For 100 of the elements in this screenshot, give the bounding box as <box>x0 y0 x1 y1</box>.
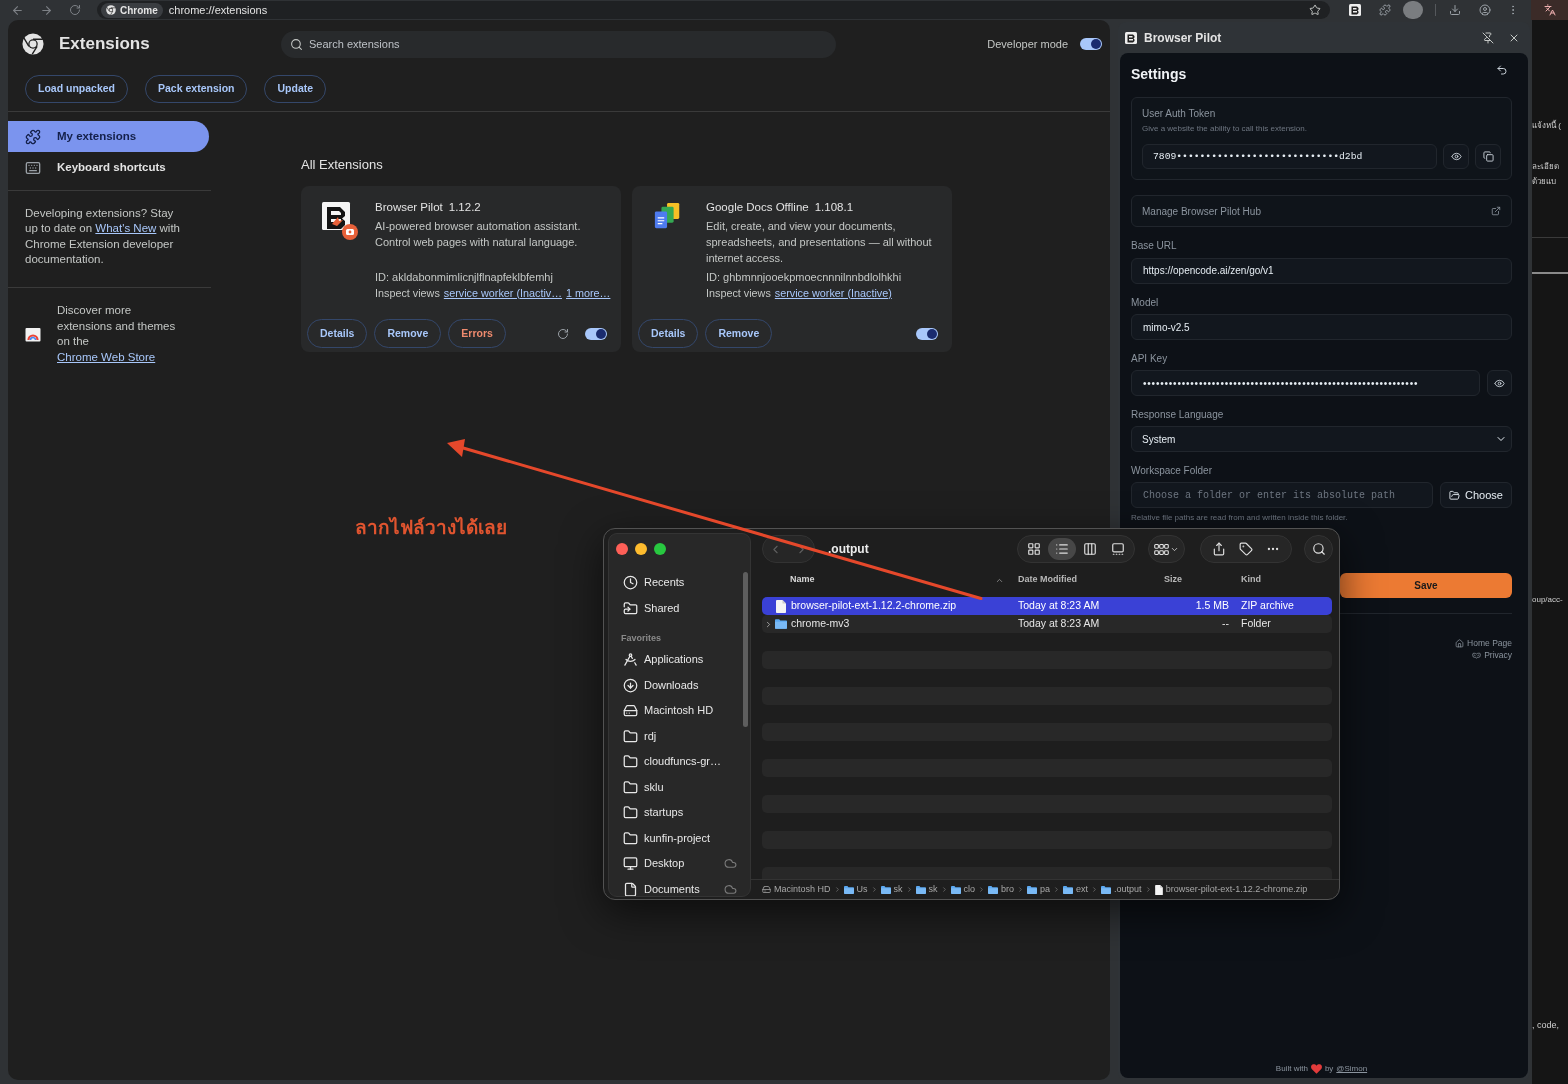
column-header[interactable]: Kind <box>1234 572 1332 588</box>
address-bar[interactable]: Chrome chrome://extensions <box>97 1 1330 19</box>
text-field[interactable]: mimo-v2.5 <box>1131 314 1512 340</box>
hub-link[interactable]: Manage Browser Pilot Hub <box>1131 195 1512 227</box>
sidebar-item[interactable]: kunfin-project <box>609 830 737 846</box>
whats-new-link[interactable]: What's New <box>95 222 157 235</box>
kind-cell: ZIP archive <box>1241 599 1294 612</box>
web-store-link[interactable]: Chrome Web Store <box>57 350 156 363</box>
inspect-link[interactable]: service worker (Inactive) <box>774 285 892 301</box>
show-token-button[interactable] <box>1443 144 1469 169</box>
search-icon <box>290 37 303 51</box>
chrome-logo-icon <box>106 5 116 15</box>
footer-link[interactable]: Home Page <box>1455 638 1512 649</box>
search-icon <box>1311 542 1326 556</box>
author-link[interactable]: @Simon <box>1336 1064 1368 1074</box>
drive-icon <box>762 885 771 894</box>
path-item[interactable]: browser-pilot-ext-1.12.2-chrome.zip <box>1154 882 1308 897</box>
minimize-window-button[interactable] <box>635 543 647 555</box>
sidebar-item[interactable]: Applications <box>609 652 737 668</box>
close-window-button[interactable] <box>616 543 628 555</box>
extension-name: Google Docs Offline <box>706 200 809 214</box>
language-select[interactable]: System <box>1131 426 1512 452</box>
cut-off-text: แจ้งหนี้ ( <box>1532 121 1561 131</box>
path-item[interactable]: bro <box>988 882 1015 897</box>
annotation-text: ลากไฟล์วางได้เลย <box>355 516 507 540</box>
path-item[interactable]: Us <box>843 882 868 897</box>
show-key-button[interactable] <box>1487 370 1512 396</box>
column-header[interactable]: Name <box>762 572 1018 588</box>
avatar[interactable] <box>1403 1 1423 19</box>
developer-mode-toggle[interactable] <box>1080 38 1102 50</box>
card-description: Give a website the ability to call this extension. <box>1142 124 1307 134</box>
path-item[interactable]: Macintosh HD <box>762 882 831 897</box>
sidebar-item[interactable]: Documents <box>609 881 737 896</box>
scrollbar-thumb[interactable] <box>743 572 748 727</box>
inspect-link[interactable]: service worker (Inactiv… <box>443 285 562 301</box>
search-field[interactable]: Search extensions <box>281 30 836 58</box>
sidebar-item[interactable]: rdj <box>609 728 737 744</box>
separator-chevron-icon <box>1053 886 1061 893</box>
extension-toggle[interactable] <box>916 327 938 340</box>
inspect-link[interactable]: 1 more… <box>566 285 611 301</box>
file-row[interactable]: browser-pilot-ext-1.12.2-chrome.zip Today at 8:23 AM 1.5 MB ZIP archive <box>762 597 1332 615</box>
site-chip[interactable]: Chrome <box>101 2 163 18</box>
cloud-icon <box>724 882 737 896</box>
credit-text: Built with <box>1275 1064 1308 1074</box>
mask-icon <box>1472 651 1482 660</box>
unpin-icon[interactable] <box>1482 31 1494 44</box>
share-icon[interactable] <box>1211 542 1226 556</box>
token-field[interactable]: 7809••••••••••••••••••••••••••••d2bd <box>1142 144 1437 169</box>
shared-folder-icon <box>623 600 638 616</box>
date-cell: Today at 8:23 AM <box>1018 599 1100 612</box>
reload-icon[interactable] <box>69 4 81 16</box>
profile-icon[interactable] <box>1479 4 1491 16</box>
file-row[interactable]: chrome-mv3 Today at 8:23 AM -- Folder <box>762 615 1332 633</box>
sidebar-item[interactable]: Keyboard shortcuts <box>8 152 209 183</box>
path-item[interactable]: ext <box>1063 882 1089 897</box>
sidebar-item[interactable]: Macintosh HD <box>609 703 737 719</box>
developer-mode-label: Developer mode <box>987 36 1068 52</box>
sidebar-item[interactable]: startups <box>609 805 737 821</box>
puzzle-icon[interactable] <box>1379 4 1391 16</box>
copy-button[interactable] <box>1475 144 1501 169</box>
bookmark-star-icon[interactable] <box>1309 4 1321 16</box>
group-button[interactable] <box>1148 535 1185 563</box>
save-button[interactable]: Save <box>1340 573 1512 598</box>
api-key-field[interactable]: •••••••••••••••••••••••••••••••••••••••••••••••••••••••••••••••• <box>1131 370 1480 396</box>
download-icon[interactable] <box>1449 4 1461 16</box>
footer-link[interactable]: Privacy <box>1472 650 1512 661</box>
path-item[interactable]: sk <box>880 882 903 897</box>
back-icon[interactable] <box>1496 64 1508 76</box>
sidebar-item[interactable]: My extensions <box>8 121 209 152</box>
reload-icon[interactable] <box>557 327 569 340</box>
text-field[interactable]: https://opencode.ai/zen/go/v1 <box>1131 257 1512 284</box>
choose-button[interactable]: Choose <box>1440 482 1512 508</box>
search-button[interactable] <box>1304 535 1333 563</box>
path-item[interactable]: .output <box>1101 882 1142 897</box>
tag-icon[interactable] <box>1239 542 1253 556</box>
sidebar-item[interactable]: Downloads <box>609 677 737 693</box>
extension-toggle[interactable] <box>585 327 607 340</box>
sidebar-item[interactable]: Desktop <box>609 856 737 872</box>
expand-chevron-icon[interactable] <box>764 619 773 629</box>
sidebar-item[interactable]: cloudfuncs-gr… <box>609 754 737 770</box>
zoom-window-button[interactable] <box>654 543 666 555</box>
path-item[interactable]: sk <box>915 882 938 897</box>
folder-icon <box>950 885 961 894</box>
sidebar-item[interactable]: Shared <box>609 600 737 616</box>
folder-path-field[interactable]: Choose a folder or enter its absolute path <box>1131 482 1433 508</box>
extension-logo-icon <box>322 202 358 240</box>
view-mode-button[interactable] <box>1048 538 1076 560</box>
translate-icon[interactable] <box>1543 4 1556 16</box>
path-item[interactable]: clo <box>950 882 976 897</box>
sidebar-item[interactable]: sklu <box>609 779 737 795</box>
forward-icon[interactable] <box>40 3 53 17</box>
download-icon <box>623 677 638 693</box>
store-bag-icon <box>25 326 41 343</box>
path-item[interactable]: pa <box>1027 882 1051 897</box>
store-note: Discover more extensions and themes on the Chrome Web Store <box>57 303 177 365</box>
separator-chevron-icon <box>940 886 948 893</box>
chrome-logo-icon <box>22 33 44 55</box>
sidebar-item[interactable]: Recents <box>609 575 737 591</box>
column-header[interactable]: Date Modified <box>1018 572 1164 588</box>
column-header[interactable]: Size <box>1164 572 1234 588</box>
